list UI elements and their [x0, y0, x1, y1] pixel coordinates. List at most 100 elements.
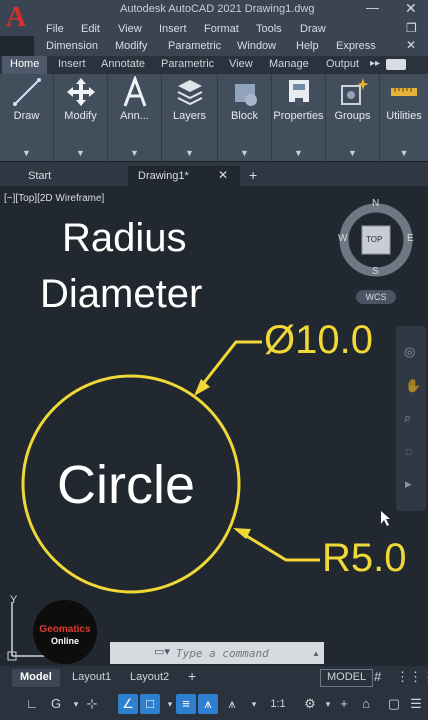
radius-dimension-text[interactable]: R5.0	[322, 536, 407, 581]
panel-groups[interactable]: Groups ▼	[326, 74, 380, 162]
lineweight-icon[interactable]: ≡	[176, 694, 196, 714]
tab-parametric[interactable]: Parametric	[161, 58, 214, 70]
close-window-button[interactable]: ✕	[405, 0, 417, 17]
ribbon-options-icon[interactable]	[386, 59, 406, 70]
panel-block[interactable]: Block ▼	[218, 74, 272, 162]
annotation-visibility-icon[interactable]: ⩚	[198, 694, 218, 714]
showmotion-icon[interactable]: ▸	[405, 476, 412, 492]
tab-layout1[interactable]: Layout1	[64, 669, 119, 687]
tab-start[interactable]: Start	[28, 166, 51, 186]
menu-help[interactable]: Help	[296, 40, 319, 52]
command-input[interactable]	[176, 644, 316, 662]
viewcube[interactable]: N S W E TOP	[336, 198, 416, 280]
layers-icon	[177, 80, 202, 106]
close-drawing-icon[interactable]: ✕	[406, 38, 416, 52]
snap-icon[interactable]: ⋮⋮⋮	[388, 667, 428, 685]
panel-label: Groups	[334, 110, 371, 122]
panel-label: Draw	[13, 110, 40, 122]
compass-west[interactable]: W	[338, 233, 347, 244]
object-snap-icon[interactable]: □	[140, 694, 160, 714]
menu-draw[interactable]: Draw	[300, 23, 326, 35]
customization-menu-icon[interactable]: ☰	[406, 694, 426, 714]
app-menu-button[interactable]: A	[0, 0, 34, 36]
tab-view[interactable]: View	[229, 58, 253, 70]
watermark-line1: Geomatics	[39, 624, 91, 635]
chevron-down-icon[interactable]: ▼	[0, 148, 53, 158]
wcs-label: WCS	[365, 292, 387, 302]
tab-home[interactable]: Home	[2, 56, 48, 74]
panel-properties[interactable]: Properties ▼	[272, 74, 326, 162]
polar-icon[interactable]: G	[46, 694, 66, 714]
isodraft-icon[interactable]: ⊹	[82, 694, 102, 714]
chevron-down-icon[interactable]: ▼	[218, 148, 271, 158]
menu-insert[interactable]: Insert	[159, 23, 187, 35]
tab-layout2[interactable]: Layout2	[122, 669, 177, 687]
menu-modify[interactable]: Modify	[115, 40, 147, 52]
diameter-dimension-text[interactable]: Ø10.0	[264, 318, 373, 363]
new-layout-button[interactable]: +	[180, 666, 204, 684]
clean-screen-icon[interactable]: ▢	[384, 694, 404, 714]
autoscale-dropdown-icon[interactable]: ▾	[244, 694, 264, 714]
more-tabs-icon[interactable]: ▸▸	[370, 58, 380, 69]
object-snap-tracking-icon[interactable]: ∠	[118, 694, 138, 714]
menu-express[interactable]: Express	[336, 40, 376, 52]
compass-south[interactable]: S	[372, 266, 379, 277]
file-tab-bar: Start Drawing1* ✕ +	[0, 162, 428, 186]
chevron-down-icon[interactable]: ▼	[380, 148, 428, 158]
tab-model[interactable]: Model	[12, 669, 60, 687]
add-icon[interactable]: +	[334, 694, 354, 714]
tab-output[interactable]: Output	[326, 58, 359, 70]
menu-file[interactable]: File	[46, 23, 64, 35]
ortho-icon[interactable]: ∟	[22, 694, 42, 714]
close-tab-icon[interactable]: ✕	[218, 168, 228, 182]
menu-parametric[interactable]: Parametric	[168, 40, 221, 52]
tab-insert[interactable]: Insert	[58, 58, 86, 70]
chevron-down-icon[interactable]: ▼	[108, 148, 161, 158]
title-bar: Autodesk AutoCAD 2021 Drawing1.dwg — ✕	[0, 0, 428, 20]
drawing-canvas[interactable]: [−][Top][2D Wireframe] Radius Diameter Ø…	[0, 186, 428, 666]
mouse-cursor-icon	[381, 511, 390, 526]
menu-view[interactable]: View	[118, 23, 142, 35]
panel-utilities[interactable]: Utilities ▼	[380, 74, 428, 162]
chevron-down-icon[interactable]: ▼	[326, 148, 379, 158]
isolate-objects-icon[interactable]: ⌂	[356, 694, 376, 714]
navigation-bar[interactable]: ◎ ✋ ⌕ ◌ ▸	[396, 326, 426, 511]
drawing-tab-label: Drawing1*	[138, 170, 189, 182]
panel-label: Utilities	[386, 110, 422, 122]
menu-dimension[interactable]: Dimension	[46, 40, 98, 52]
panel-annotation[interactable]: Ann... ▼	[108, 74, 162, 162]
pan-icon[interactable]: ✋	[405, 378, 421, 394]
panel-label: Modify	[64, 110, 97, 122]
menu-window[interactable]: Window	[237, 40, 276, 52]
tab-annotate[interactable]: Annotate	[101, 58, 145, 70]
workspace-gear-icon[interactable]: ⚙	[300, 694, 320, 714]
minimize-button[interactable]: —	[366, 0, 379, 15]
tab-drawing1[interactable]: Drawing1* ✕	[128, 166, 240, 186]
wcs-menu[interactable]: WCS	[356, 290, 396, 304]
chevron-down-icon[interactable]: ▼	[272, 148, 325, 158]
command-history-arrow-icon[interactable]: ▲	[312, 649, 320, 658]
chevron-down-icon[interactable]: ▼	[162, 148, 217, 158]
annotation-scale[interactable]: 1:1	[264, 694, 292, 714]
panel-layers[interactable]: Layers ▼	[162, 74, 218, 162]
panel-draw[interactable]: Draw ▼	[0, 74, 54, 162]
tab-manage[interactable]: Manage	[269, 58, 309, 70]
compass-north[interactable]: N	[372, 198, 379, 209]
ribbon-tab-bar: Home Insert Annotate Parametric View Man…	[0, 56, 428, 74]
viewcube-top-face[interactable]: TOP	[366, 235, 382, 244]
menu-format[interactable]: Format	[204, 23, 239, 35]
orbit-icon[interactable]: ◌	[405, 444, 413, 459]
annotation-autoscale-icon[interactable]: ⩚	[222, 694, 242, 714]
zoom-icon[interactable]: ⌕	[404, 410, 411, 426]
panel-modify[interactable]: Modify ▼	[54, 74, 108, 162]
grid-icon[interactable]: #	[366, 667, 389, 685]
properties-icon	[288, 80, 309, 106]
steering-wheel-icon[interactable]: ◎	[404, 344, 415, 360]
command-history-icon[interactable]: ▭▾	[154, 645, 170, 658]
new-tab-button[interactable]: +	[249, 163, 257, 183]
chevron-down-icon[interactable]: ▼	[54, 148, 107, 158]
compass-east[interactable]: E	[407, 233, 414, 244]
menu-tools[interactable]: Tools	[256, 23, 282, 35]
restore-icon[interactable]: ❐	[406, 21, 417, 35]
menu-edit[interactable]: Edit	[81, 23, 100, 35]
